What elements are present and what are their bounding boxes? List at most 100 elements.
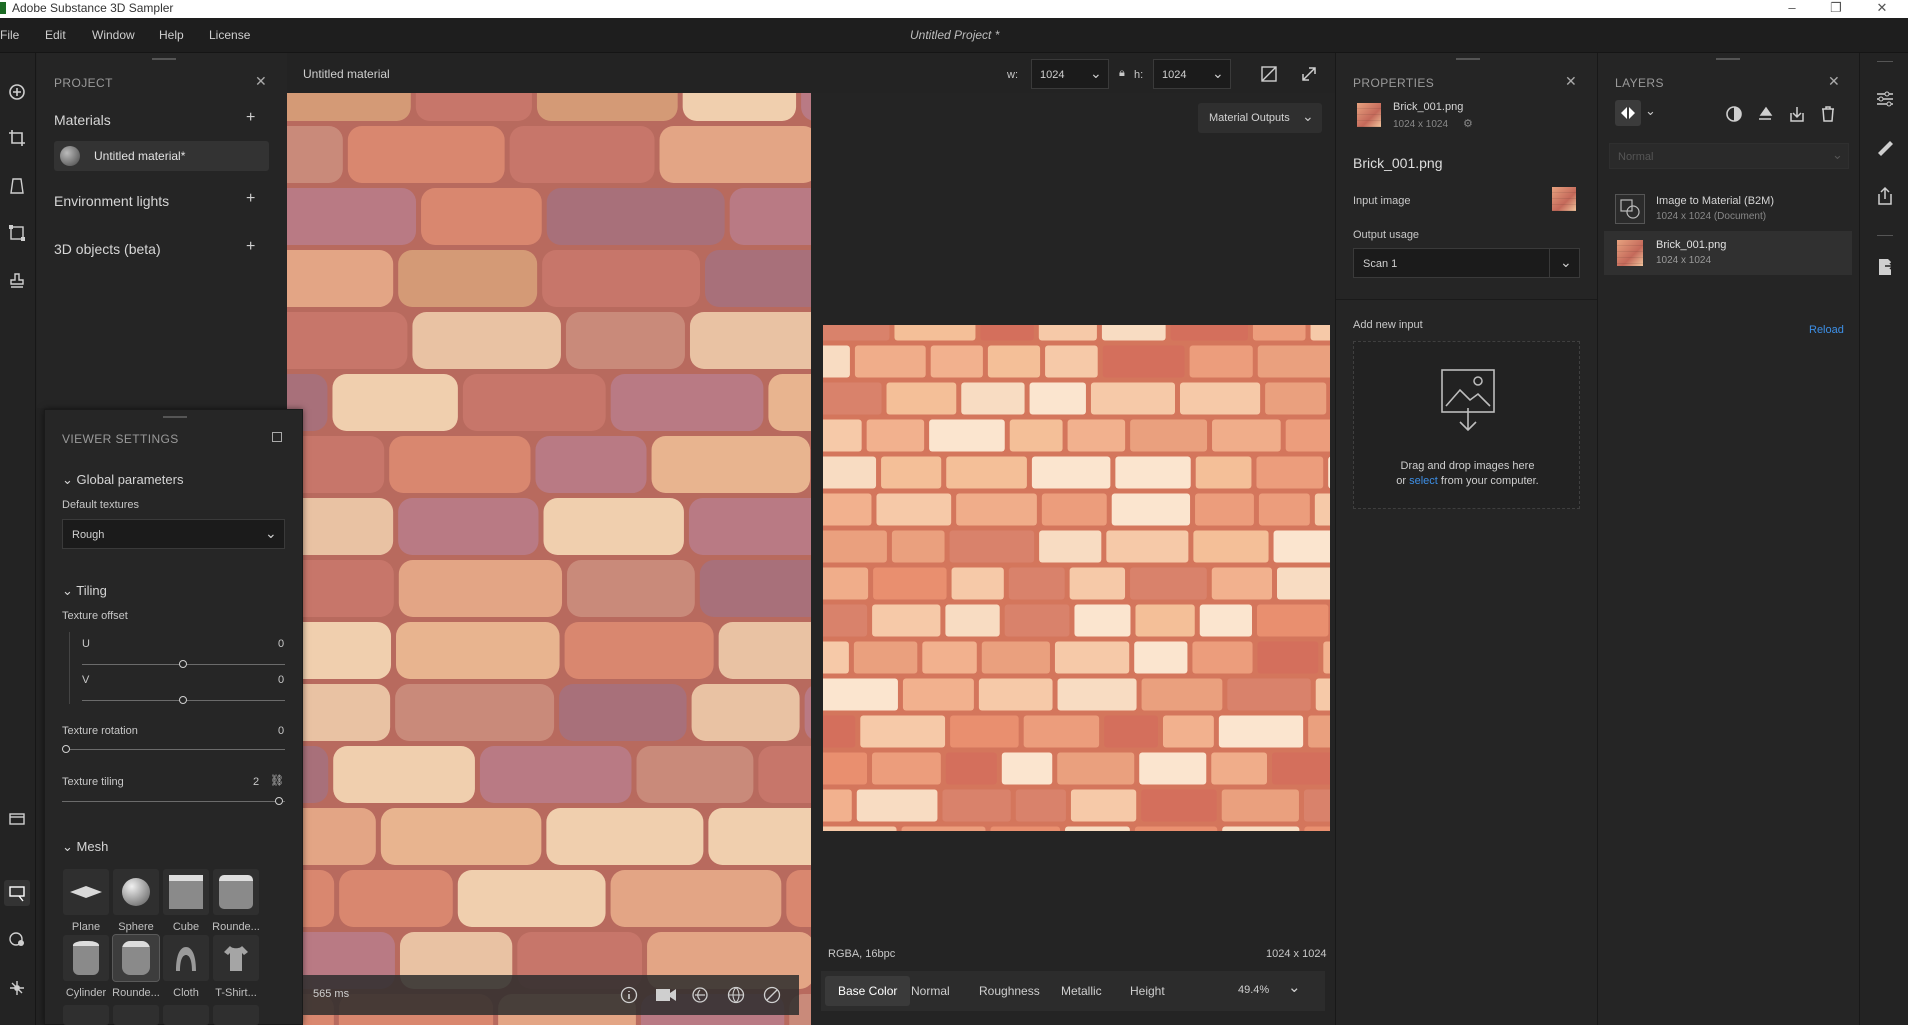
link-icon[interactable]: ⛓︎ [270,774,284,787]
ruler-icon[interactable] [1875,138,1895,161]
mesh-rounded-cube-button[interactable] [213,869,259,915]
reload-link[interactable]: Reload [1809,324,1844,336]
image-drop-zone[interactable]: Drag and drop images here or select from… [1353,341,1580,509]
global-parameters-toggle[interactable]: ⌄ Global parameters [62,472,183,488]
compare-icon[interactable] [1259,63,1281,85]
mesh-plane-button[interactable] [63,869,109,915]
close-layers-icon[interactable]: ✕ [1828,73,1840,90]
expand-icon[interactable] [1300,65,1318,83]
zoom-level[interactable]: 49.4% [1238,984,1269,996]
mesh-rounded-cylinder-button[interactable] [112,934,160,982]
panel-grip[interactable] [163,416,187,418]
rotation-slider-track[interactable] [62,749,285,750]
brick [1115,456,1191,489]
mesh-tshirt-button[interactable] [213,935,259,981]
input-image-thumbnail[interactable] [1552,187,1576,211]
width-dropdown[interactable]: 1024 ⌄ [1031,59,1109,89]
menu-edit[interactable]: Edit [45,28,66,42]
tiling-slider-track[interactable] [62,801,285,802]
export-icon[interactable] [1788,105,1806,126]
add-circle-icon[interactable] [4,79,30,105]
menu-file[interactable]: File [0,28,19,42]
lock-icon[interactable]: 🔒︎ [1119,67,1125,80]
3d-viewport[interactable] [287,93,811,1025]
environment-icon[interactable] [4,926,30,952]
material-outputs-dropdown[interactable]: Material Outputs ⌄ [1198,103,1322,133]
select-link[interactable]: select [1409,475,1438,487]
mesh-cloth-button[interactable] [163,935,209,981]
mesh-more-3[interactable] [163,1005,209,1025]
height-dropdown[interactable]: 1024 ⌄ [1153,59,1231,89]
u-slider-knob[interactable] [179,660,187,668]
panel-grip[interactable] [1716,58,1740,60]
material-item[interactable]: Untitled material* [54,141,269,171]
camera-icon[interactable] [655,987,677,1006]
chevron-down-icon[interactable]: ⌄ [1288,978,1301,996]
tab-normal[interactable]: Normal [911,984,950,998]
viewer-settings-icon[interactable] [4,880,30,906]
2d-texture-view[interactable] [823,325,1330,831]
mesh-cube-button[interactable] [163,869,209,915]
globe-icon[interactable] [727,986,745,1007]
tab-height[interactable]: Height [1130,984,1165,998]
info-icon[interactable] [620,986,638,1007]
add-object-button[interactable]: + [246,238,255,256]
stamp-icon[interactable] [4,268,30,294]
fill-layer-icon[interactable] [1756,105,1774,126]
mesh-cylinder-button[interactable] [63,935,109,981]
project-panel: PROJECT ✕ Materials + Untitled material*… [37,53,287,408]
materials-label: Materials [54,112,111,128]
tab-roughness[interactable]: Roughness [979,984,1040,998]
share-export-icon[interactable] [1875,186,1895,209]
menu-license[interactable]: License [209,28,250,42]
chevron-down-icon[interactable]: ⌄ [1645,103,1656,119]
menu-window[interactable]: Window [92,28,135,42]
rotation-slider-knob[interactable] [62,745,70,753]
mesh-more-2[interactable] [113,1005,159,1025]
environment-rotate-icon[interactable] [691,986,709,1007]
tiling-toggle[interactable]: ⌄ Tiling [62,583,107,599]
u-value: 0 [278,638,285,650]
output-usage-dropdown[interactable]: Scan 1 ⌄ [1353,248,1580,278]
layer-row[interactable]: Brick_001.png 1024 x 1024 [1604,231,1852,275]
mesh-toggle[interactable]: ⌄ Mesh [62,839,108,855]
tab-metallic[interactable]: Metallic [1061,984,1102,998]
mesh-more-4[interactable] [213,1005,259,1025]
dock-panel-icon[interactable] [272,432,282,442]
material-ball-icon[interactable] [763,986,781,1007]
panel-grip[interactable] [152,58,176,60]
mesh-more-1[interactable] [63,1005,109,1025]
nodes-icon[interactable] [4,975,30,1001]
tiling-slider-knob[interactable] [275,797,283,805]
maximize-button[interactable]: ❐ [1818,0,1854,18]
perspective-icon[interactable] [4,173,30,199]
settings-gear-icon[interactable]: ⚙︎ [1463,117,1473,130]
toolbar-divider [1877,235,1893,236]
brick [546,808,704,865]
v-slider-knob[interactable] [179,696,187,704]
panel-grip[interactable] [1456,58,1480,60]
mesh-sphere-button[interactable] [113,869,159,915]
offset-group-line [69,632,70,704]
add-environment-button[interactable]: + [246,190,255,208]
app-logo-icon [0,2,6,14]
blend-mode-dropdown[interactable]: Normal ⌄ [1609,143,1849,169]
add-layer-button[interactable] [1615,100,1641,126]
add-material-button[interactable]: + [246,109,255,127]
close-window-button[interactable]: ✕ [1864,0,1900,18]
brick [708,808,811,865]
close-project-icon[interactable]: ✕ [255,73,267,90]
layer-row[interactable]: Image to Material (B2M) 1024 x 1024 (Doc… [1604,187,1852,231]
default-textures-dropdown[interactable]: Rough ⌄ [62,519,285,549]
close-properties-icon[interactable]: ✕ [1565,73,1577,90]
tab-base-color[interactable]: Base Color [825,976,911,1006]
document-export-icon[interactable] [1875,257,1895,280]
transform-icon[interactable] [4,220,30,246]
panel-toggle-icon[interactable] [4,806,30,832]
adjustments-icon[interactable] [1875,89,1895,112]
trash-icon[interactable] [1819,105,1837,126]
crop-icon[interactable] [4,125,30,151]
mask-icon[interactable] [1725,105,1743,126]
minimize-button[interactable]: – [1774,0,1810,18]
menu-help[interactable]: Help [159,28,184,42]
